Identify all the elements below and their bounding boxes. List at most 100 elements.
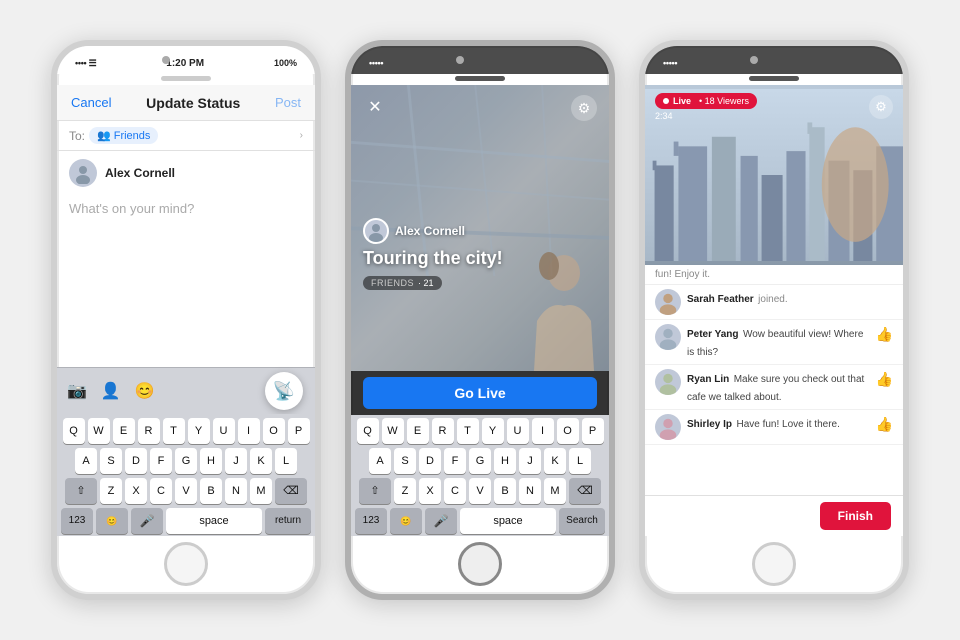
friends-pill[interactable]: 👥 Friends	[89, 127, 158, 144]
keyboard-row-3: ⇧ Z X C V B N M ⌫	[59, 478, 313, 504]
key2-r[interactable]: R	[432, 418, 454, 444]
ryan-like-icon[interactable]: 👍	[876, 371, 893, 388]
key2-z[interactable]: Z	[394, 478, 416, 504]
live-preview: ✕ ⚙ Alex Cornell Touring the city!	[351, 85, 609, 371]
key-w[interactable]: W	[88, 418, 110, 444]
shirley-like-icon[interactable]: 👍	[876, 416, 893, 433]
key2-n[interactable]: N	[519, 478, 541, 504]
key2-o[interactable]: O	[557, 418, 579, 444]
key-m[interactable]: M	[250, 478, 272, 504]
ryan-avatar	[655, 369, 681, 395]
key-j[interactable]: J	[225, 448, 247, 474]
live-broadcast-icon-wrapper[interactable]: 📡	[265, 372, 303, 410]
delete-key-2[interactable]: ⌫	[569, 478, 601, 504]
key2-v[interactable]: V	[469, 478, 491, 504]
key2-g[interactable]: G	[469, 448, 491, 474]
space-key-2[interactable]: space	[460, 508, 556, 534]
key-g[interactable]: G	[175, 448, 197, 474]
emoji-key[interactable]: 😊	[96, 508, 128, 534]
key2-t[interactable]: T	[457, 418, 479, 444]
key-f[interactable]: F	[150, 448, 172, 474]
key-q[interactable]: Q	[63, 418, 85, 444]
key-h[interactable]: H	[200, 448, 222, 474]
delete-key[interactable]: ⌫	[275, 478, 307, 504]
tag-person-icon[interactable]: 👤	[101, 381, 121, 401]
key-e[interactable]: E	[113, 418, 135, 444]
key-c[interactable]: C	[150, 478, 172, 504]
key-t[interactable]: T	[163, 418, 185, 444]
key-b[interactable]: B	[200, 478, 222, 504]
go-live-button[interactable]: Go Live	[363, 377, 597, 409]
shift-key[interactable]: ⇧	[65, 478, 97, 504]
key2-d[interactable]: D	[419, 448, 441, 474]
key2-i[interactable]: I	[532, 418, 554, 444]
shift-key-2[interactable]: ⇧	[359, 478, 391, 504]
settings-button-2[interactable]: ⚙	[571, 95, 597, 121]
key2-b[interactable]: B	[494, 478, 516, 504]
search-key[interactable]: Search	[559, 508, 605, 534]
key2-a[interactable]: A	[369, 448, 391, 474]
close-button[interactable]: ✕	[363, 95, 387, 119]
key2-p[interactable]: P	[582, 418, 604, 444]
key-n[interactable]: N	[225, 478, 247, 504]
key2-s[interactable]: S	[394, 448, 416, 474]
signal-status: •••• ☰	[75, 58, 96, 69]
key-p[interactable]: P	[288, 418, 310, 444]
key-o[interactable]: O	[263, 418, 285, 444]
live-stream-title: Touring the city!	[363, 248, 597, 269]
post-button[interactable]: Post	[275, 95, 301, 110]
live-user-avatar	[363, 218, 389, 244]
key2-f[interactable]: F	[444, 448, 466, 474]
space-key[interactable]: space	[166, 508, 262, 534]
key-d[interactable]: D	[125, 448, 147, 474]
key2-e[interactable]: E	[407, 418, 429, 444]
status-input[interactable]: What's on your mind?	[57, 195, 315, 367]
key-y[interactable]: Y	[188, 418, 210, 444]
home-button-2[interactable]	[458, 542, 502, 586]
emoji-key-2[interactable]: 😊	[390, 508, 422, 534]
key2-l[interactable]: L	[569, 448, 591, 474]
home-button-3[interactable]	[752, 542, 796, 586]
key-k[interactable]: K	[250, 448, 272, 474]
key-v[interactable]: V	[175, 478, 197, 504]
key2-w[interactable]: W	[382, 418, 404, 444]
key2-x[interactable]: X	[419, 478, 441, 504]
key2-k[interactable]: K	[544, 448, 566, 474]
mic-key-2[interactable]: 🎤	[425, 508, 457, 534]
key2-m[interactable]: M	[544, 478, 566, 504]
finish-button[interactable]: Finish	[820, 502, 891, 530]
key2-c[interactable]: C	[444, 478, 466, 504]
peter-like-icon[interactable]: 👍	[876, 326, 893, 343]
key-u[interactable]: U	[213, 418, 235, 444]
sarah-joined-text: joined.	[758, 294, 787, 305]
live-username: Alex Cornell	[395, 224, 465, 238]
key-l[interactable]: L	[275, 448, 297, 474]
ryan-name: Ryan Lin	[687, 374, 729, 385]
key2-j[interactable]: J	[519, 448, 541, 474]
cancel-button[interactable]: Cancel	[71, 95, 111, 110]
comment-sarah: Sarah Feather joined.	[645, 285, 903, 320]
mic-key[interactable]: 🎤	[131, 508, 163, 534]
key2-u[interactable]: U	[507, 418, 529, 444]
audience-selector[interactable]: To: 👥 Friends ›	[57, 121, 315, 151]
key2-q[interactable]: Q	[357, 418, 379, 444]
key-a[interactable]: A	[75, 448, 97, 474]
key2-y[interactable]: Y	[482, 418, 504, 444]
phone-2: ••••• ✕	[345, 40, 615, 600]
key2-h[interactable]: H	[494, 448, 516, 474]
keyboard2-row-1: Q W E R T Y U I O P	[353, 418, 607, 444]
key-i[interactable]: I	[238, 418, 260, 444]
key-z[interactable]: Z	[100, 478, 122, 504]
key-r[interactable]: R	[138, 418, 160, 444]
camera-icon[interactable]: 📷	[67, 381, 87, 401]
return-key[interactable]: return	[265, 508, 311, 534]
key-s[interactable]: S	[100, 448, 122, 474]
status-bar-1: •••• ☰ 1:20 PM 100%	[57, 46, 315, 74]
emoji-icon[interactable]: 😊	[135, 381, 155, 401]
numbers-key-2[interactable]: 123	[355, 508, 387, 534]
home-button-1[interactable]	[164, 542, 208, 586]
shirley-comment-body: Shirley Ip Have fun! Love it there.	[687, 414, 870, 432]
numbers-key[interactable]: 123	[61, 508, 93, 534]
settings-button-3[interactable]: ⚙	[869, 95, 893, 119]
key-x[interactable]: X	[125, 478, 147, 504]
